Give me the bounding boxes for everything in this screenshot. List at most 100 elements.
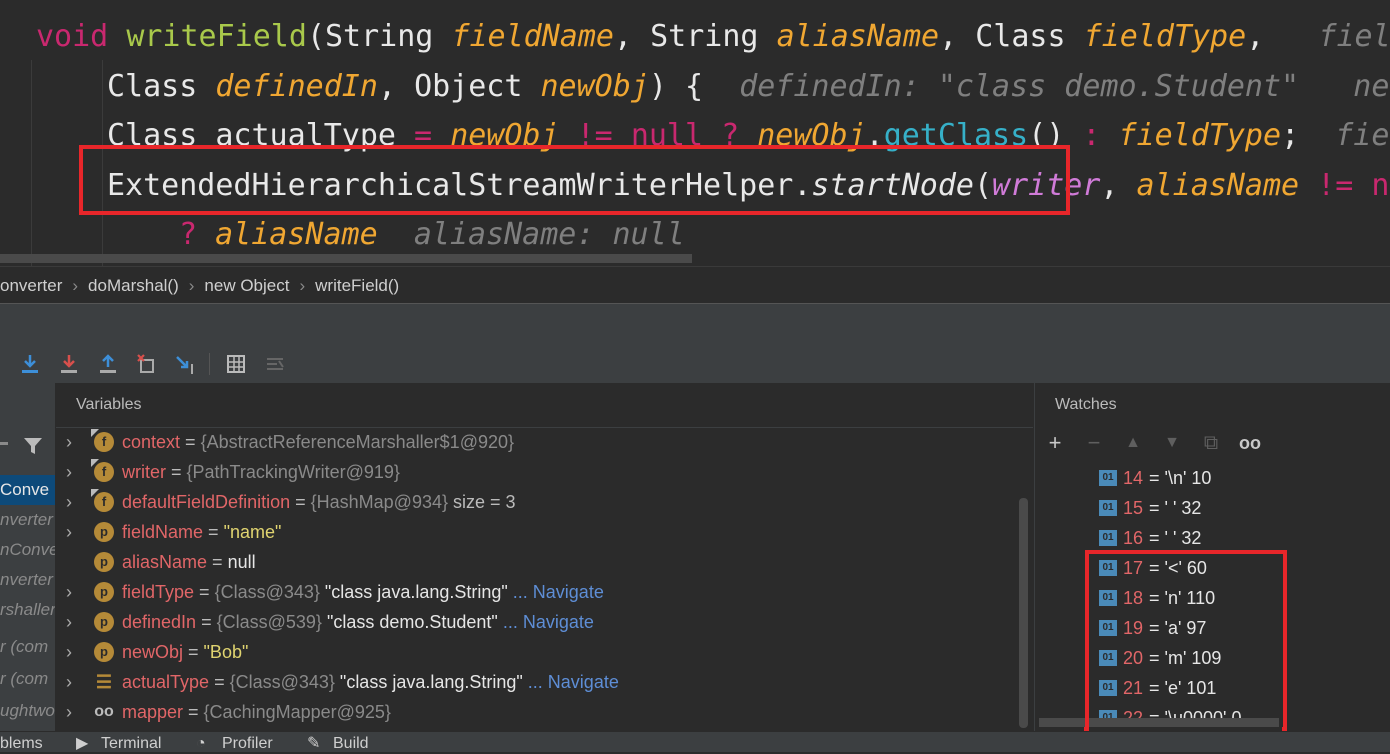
expand-arrow-icon[interactable]: › bbox=[66, 607, 80, 637]
expand-arrow-icon[interactable]: › bbox=[66, 517, 80, 547]
variable-row[interactable]: › f context = {AbstractReferenceMarshaller… bbox=[56, 427, 1016, 457]
chevron-right-icon: › bbox=[299, 276, 306, 295]
separator: , bbox=[1246, 19, 1265, 54]
variable-row[interactable]: › f defaultFieldDefinition = {HashMap@934}… bbox=[56, 487, 1016, 517]
breadcrumb-item[interactable]: writeField() bbox=[315, 267, 399, 304]
variable-row[interactable]: › f writer = {PathTrackingWriter@919} bbox=[56, 457, 1016, 487]
code-line-2[interactable]: Class definedIn, Object newObj) { define… bbox=[107, 63, 1389, 111]
breadcrumb-item[interactable]: onverter bbox=[0, 267, 62, 304]
frame-row[interactable]: ughtwo bbox=[0, 696, 55, 726]
glasses-icon: oo bbox=[94, 703, 114, 720]
step-out-icon[interactable] bbox=[96, 352, 120, 376]
evaluate-expression-icon[interactable] bbox=[224, 352, 248, 376]
variable-name-text: definedIn bbox=[122, 612, 197, 632]
variable-name: newObj = "Bob" bbox=[122, 637, 248, 667]
expand-arrow-icon[interactable]: › bbox=[66, 667, 80, 697]
watch-index: 14 bbox=[1123, 468, 1144, 488]
variable-name-text: fieldName bbox=[122, 522, 204, 542]
frames-panel: Conve nverter nConve nverter rshaller r … bbox=[0, 383, 56, 731]
variable-name: writer = {PathTrackingWriter@919} bbox=[122, 457, 400, 487]
annotation-highlight-box bbox=[1085, 550, 1287, 731]
param-ref: aliasName bbox=[215, 217, 378, 252]
variable-row[interactable]: › p fieldType = {Class@343} "class java.la… bbox=[56, 577, 1016, 607]
param-fieldName: fieldName bbox=[451, 19, 614, 54]
tab-problems[interactable]: blems bbox=[0, 734, 43, 754]
frame-row[interactable]: nverter bbox=[0, 505, 55, 535]
variables-panel: Variables › f context = {AbstractReference… bbox=[56, 383, 1033, 731]
field-icon: f bbox=[94, 432, 114, 452]
parameter-icon: p bbox=[94, 642, 114, 662]
step-over-icon[interactable] bbox=[18, 352, 42, 376]
inline-hint: fie bbox=[1335, 118, 1390, 153]
move-down-icon[interactable]: ▼ bbox=[1160, 431, 1184, 455]
variables-scrollbar[interactable] bbox=[1019, 498, 1028, 728]
remove-watch-icon[interactable]: − bbox=[1082, 431, 1106, 455]
type-name: String bbox=[325, 19, 434, 54]
force-step-into-icon[interactable] bbox=[57, 352, 81, 376]
expand-arrow-icon[interactable]: › bbox=[66, 697, 80, 727]
bottom-tool-bar: blems ▶ Terminal ◔ Profiler ✎ Build bbox=[0, 731, 1390, 752]
expand-arrow-icon[interactable]: › bbox=[66, 487, 80, 517]
param-ref: aliasName bbox=[1136, 168, 1300, 203]
tab-profiler[interactable]: Profiler bbox=[222, 734, 273, 754]
parameter-icon: p bbox=[94, 552, 114, 572]
variable-row[interactable]: › p fieldName = "name" bbox=[56, 517, 1016, 547]
navigate-link[interactable]: ... Navigate bbox=[523, 672, 619, 692]
variable-row[interactable]: p aliasName = null bbox=[56, 547, 1016, 577]
primitive-value-icon: 01 bbox=[1099, 500, 1117, 516]
navigate-link[interactable]: ... Navigate bbox=[508, 582, 604, 602]
frame-row[interactable]: nverter bbox=[0, 565, 55, 595]
variable-value: {PathTrackingWriter@919} bbox=[186, 462, 400, 482]
annotation-highlight-box bbox=[79, 145, 1070, 215]
variable-row[interactable]: › p newObj = "Bob" bbox=[56, 637, 1016, 667]
chevron-right-icon: › bbox=[188, 276, 195, 295]
duplicate-watch-icon[interactable]: ⧉ bbox=[1199, 431, 1223, 455]
code-line-5[interactable]: ? aliasName aliasName: null bbox=[179, 211, 685, 259]
variable-value: {AbstractReferenceMarshaller$1@920} bbox=[200, 432, 515, 452]
variable-name: fieldType = {Class@343} "class java.lang… bbox=[122, 577, 604, 607]
breadcrumb: onverter › doMarshal() › new Object › writeFie… bbox=[0, 266, 1390, 304]
navigate-link[interactable]: ... Navigate bbox=[498, 612, 594, 632]
indent-guide bbox=[31, 60, 32, 266]
expand-arrow-icon[interactable]: › bbox=[66, 577, 80, 607]
frame-row[interactable]: r (com bbox=[0, 632, 55, 662]
equals: = bbox=[180, 432, 201, 452]
tab-build[interactable]: Build bbox=[333, 734, 369, 754]
field-icon: f bbox=[94, 492, 114, 512]
variable-name-text: mapper bbox=[122, 702, 184, 722]
variable-row[interactable]: › oo mapper = {CachingMapper@925} bbox=[56, 697, 1016, 727]
separator: , bbox=[614, 19, 651, 54]
variable-row[interactable]: › ☰ actualType = {Class@343} "class java.l… bbox=[56, 667, 1016, 697]
glasses-icon[interactable]: oo bbox=[1238, 431, 1262, 455]
equals: = bbox=[166, 462, 187, 482]
semicolon: ; bbox=[1281, 118, 1300, 153]
code-editor[interactable]: void writeField(String fieldName, String… bbox=[0, 0, 1390, 266]
run-to-cursor-icon[interactable] bbox=[174, 352, 198, 376]
watches-panel: Watches + − ▲ ▼ ⧉ oo 01 14 = '\n' 10 01 15 = … bbox=[1034, 383, 1390, 731]
breadcrumb-item[interactable]: new Object bbox=[204, 267, 289, 304]
inline-hint: fiela bbox=[1318, 19, 1390, 54]
equals: = bbox=[183, 702, 204, 722]
frame-row-selected[interactable]: Conve bbox=[0, 475, 55, 505]
trace-stream-icon[interactable] bbox=[263, 352, 287, 376]
add-watch-icon[interactable]: + bbox=[1043, 431, 1067, 455]
equals: = bbox=[194, 582, 215, 602]
expand-arrow-icon[interactable]: › bbox=[66, 427, 80, 457]
frame-row[interactable]: r (com bbox=[0, 664, 55, 694]
code-line-1[interactable]: void writeField(String fieldName, String… bbox=[36, 13, 1390, 61]
tab-terminal[interactable]: Terminal bbox=[101, 734, 161, 754]
frame-row[interactable]: rshaller bbox=[0, 595, 55, 625]
frame-row[interactable]: nConve bbox=[0, 535, 55, 565]
equals: = bbox=[209, 672, 230, 692]
separator: , bbox=[939, 19, 976, 54]
variable-name-text: newObj bbox=[122, 642, 184, 662]
filter-icon[interactable] bbox=[22, 435, 44, 463]
drop-frame-icon[interactable] bbox=[135, 352, 159, 376]
expand-arrow-icon[interactable]: › bbox=[66, 457, 80, 487]
expand-arrow-icon[interactable]: › bbox=[66, 637, 80, 667]
editor-horizontal-scrollbar[interactable] bbox=[0, 254, 692, 263]
variable-name: fieldName = "name" bbox=[122, 517, 281, 547]
variable-row[interactable]: › p definedIn = {Class@539} "class demo.St… bbox=[56, 607, 1016, 637]
move-up-icon[interactable]: ▲ bbox=[1121, 431, 1145, 455]
breadcrumb-item[interactable]: doMarshal() bbox=[88, 267, 179, 304]
